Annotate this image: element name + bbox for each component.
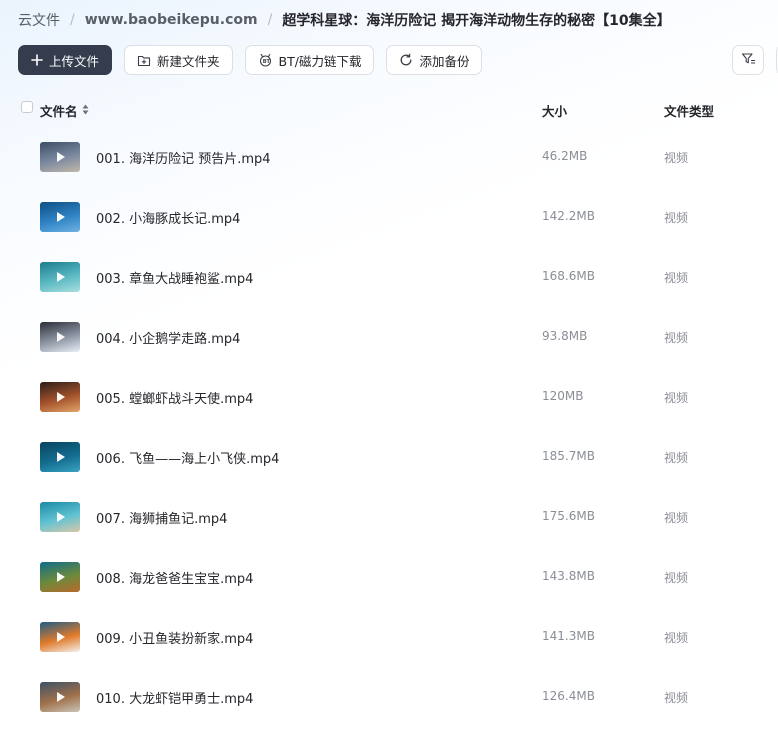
filter-icon: [741, 51, 756, 70]
video-thumbnail[interactable]: [40, 322, 80, 352]
file-size: 185.7MB: [542, 449, 595, 463]
file-manager-page: 云文件 / www.baobeikepu.com / 超学科星球：海洋历险记 揭…: [0, 0, 778, 731]
play-icon: [57, 332, 65, 342]
file-type: 视频: [664, 511, 689, 525]
file-row[interactable]: 006. 飞鱼——海上小飞侠.mp4 185.7MB 视频: [0, 427, 778, 487]
video-thumbnail[interactable]: [40, 682, 80, 712]
play-icon: [57, 212, 65, 222]
video-thumbnail[interactable]: [40, 262, 80, 292]
file-type: 视频: [664, 211, 689, 225]
file-size: 175.6MB: [542, 509, 595, 523]
upload-button[interactable]: 上传文件: [18, 45, 113, 75]
breadcrumb-current: 超学科星球：海洋历险记 揭开海洋动物生存的秘密【10集全】: [282, 13, 671, 29]
breadcrumb-folder[interactable]: www.baobeikepu.com: [85, 12, 258, 28]
file-size: 46.2MB: [542, 149, 588, 163]
play-icon: [57, 272, 65, 282]
add-backup-button-label: 添加备份: [419, 53, 470, 69]
magnet-icon: BT: [258, 53, 273, 67]
sort-icon[interactable]: [82, 103, 89, 118]
breadcrumb-separator: /: [70, 12, 75, 28]
file-row[interactable]: 009. 小丑鱼装扮新家.mp4 141.3MB 视频: [0, 607, 778, 667]
plus-icon: [31, 54, 43, 66]
column-header-name[interactable]: 文件名: [40, 101, 89, 120]
file-size: 143.8MB: [542, 569, 595, 583]
file-row[interactable]: 008. 海龙爸爸生宝宝.mp4 143.8MB 视频: [0, 547, 778, 607]
file-row[interactable]: 002. 小海豚成长记.mp4 142.2MB 视频: [0, 187, 778, 247]
file-name[interactable]: 010. 大龙虾铠甲勇士.mp4: [96, 688, 253, 707]
file-row[interactable]: 007. 海狮捕鱼记.mp4 175.6MB 视频: [0, 487, 778, 547]
file-type: 视频: [664, 271, 689, 285]
file-type: 视频: [664, 151, 689, 165]
file-row[interactable]: 003. 章鱼大战睡袍鲨.mp4 168.6MB 视频: [0, 247, 778, 307]
new-folder-button[interactable]: 新建文件夹: [124, 45, 233, 75]
play-icon: [57, 392, 65, 402]
video-thumbnail[interactable]: [40, 382, 80, 412]
play-icon: [57, 152, 65, 162]
file-list: 001. 海洋历险记 预告片.mp4 46.2MB 视频 002. 小海豚成长记.mp…: [0, 127, 778, 727]
file-type: 视频: [664, 331, 689, 345]
file-row[interactable]: 010. 大龙虾铠甲勇士.mp4 126.4MB 视频: [0, 667, 778, 727]
video-thumbnail[interactable]: [40, 142, 80, 172]
file-name[interactable]: 004. 小企鹅学走路.mp4: [96, 328, 240, 347]
file-row[interactable]: 004. 小企鹅学走路.mp4 93.8MB 视频: [0, 307, 778, 367]
play-icon: [57, 632, 65, 642]
file-size: 142.2MB: [542, 209, 595, 223]
file-size: 93.8MB: [542, 329, 588, 343]
folder-plus-icon: [137, 54, 151, 67]
select-all-checkbox[interactable]: [21, 101, 33, 113]
file-type: 视频: [664, 631, 689, 645]
video-thumbnail[interactable]: [40, 202, 80, 232]
file-type: 视频: [664, 571, 689, 585]
file-type: 视频: [664, 451, 689, 465]
breadcrumb-root[interactable]: 云文件: [18, 10, 60, 30]
sync-icon: [399, 53, 413, 67]
column-header-name-label: 文件名: [40, 104, 78, 119]
play-icon: [57, 512, 65, 522]
video-thumbnail[interactable]: [40, 562, 80, 592]
file-size: 141.3MB: [542, 629, 595, 643]
toolbar: 上传文件 新建文件夹 BT BT/磁力链下载 添加备份: [18, 45, 483, 75]
file-name[interactable]: 003. 章鱼大战睡袍鲨.mp4: [96, 268, 253, 287]
column-header-size[interactable]: 大小: [542, 101, 567, 120]
file-name[interactable]: 002. 小海豚成长记.mp4: [96, 208, 240, 227]
bt-magnet-download-button-label: BT/磁力链下载: [278, 53, 362, 69]
svg-text:BT: BT: [262, 59, 270, 65]
table-header: 文件名 大小 文件类型: [0, 98, 778, 122]
file-name[interactable]: 001. 海洋历险记 预告片.mp4: [96, 148, 271, 167]
breadcrumb-separator: /: [267, 12, 273, 28]
upload-button-label: 上传文件: [49, 53, 100, 69]
file-type: 视频: [664, 391, 689, 405]
file-row[interactable]: 001. 海洋历险记 预告片.mp4 46.2MB 视频: [0, 127, 778, 187]
file-name[interactable]: 007. 海狮捕鱼记.mp4: [96, 508, 227, 527]
filter-button[interactable]: [732, 45, 764, 75]
file-name[interactable]: 006. 飞鱼——海上小飞侠.mp4: [96, 448, 279, 467]
file-size: 168.6MB: [542, 269, 595, 283]
bt-magnet-download-button[interactable]: BT BT/磁力链下载: [244, 45, 375, 75]
play-icon: [57, 572, 65, 582]
new-folder-button-label: 新建文件夹: [157, 53, 220, 69]
file-name[interactable]: 008. 海龙爸爸生宝宝.mp4: [96, 568, 253, 587]
file-size: 120MB: [542, 389, 584, 403]
video-thumbnail[interactable]: [40, 502, 80, 532]
add-backup-button[interactable]: 添加备份: [386, 45, 483, 75]
file-size: 126.4MB: [542, 689, 595, 703]
column-header-type[interactable]: 文件类型: [664, 101, 714, 120]
file-name[interactable]: 005. 螳螂虾战斗天使.mp4: [96, 388, 253, 407]
video-thumbnail[interactable]: [40, 622, 80, 652]
breadcrumb: 云文件 / www.baobeikepu.com / 超学科星球：海洋历险记 揭…: [18, 10, 671, 30]
file-row[interactable]: 005. 螳螂虾战斗天使.mp4 120MB 视频: [0, 367, 778, 427]
play-icon: [57, 692, 65, 702]
video-thumbnail[interactable]: [40, 442, 80, 472]
file-type: 视频: [664, 691, 689, 705]
file-name[interactable]: 009. 小丑鱼装扮新家.mp4: [96, 628, 253, 647]
play-icon: [57, 452, 65, 462]
